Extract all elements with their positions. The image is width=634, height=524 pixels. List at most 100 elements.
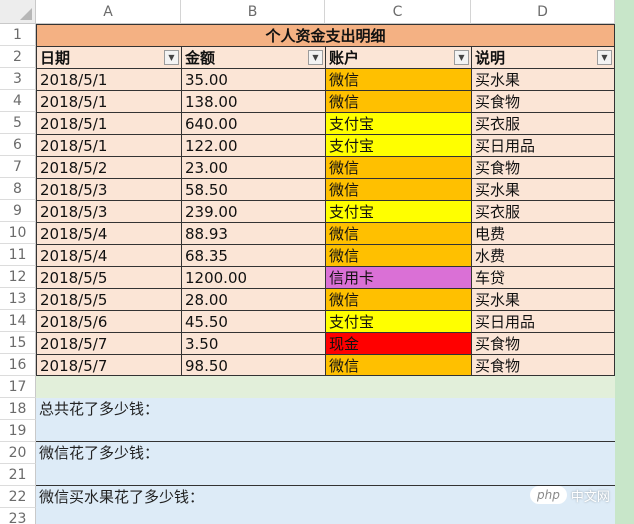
cell-amount[interactable]: 1200.00 xyxy=(181,266,325,288)
cell-note[interactable]: 买食物 xyxy=(471,90,615,112)
cell-note[interactable]: 买食物 xyxy=(471,332,615,354)
cell-account[interactable]: 支付宝 xyxy=(325,112,471,134)
cell-account[interactable]: 现金 xyxy=(325,332,471,354)
cell-date[interactable]: 2018/5/5 xyxy=(36,266,181,288)
cell-note[interactable]: 水费 xyxy=(471,244,615,266)
filter-dropdown-icon[interactable]: ▼ xyxy=(308,50,323,65)
cell-account[interactable]: 微信 xyxy=(325,178,471,200)
cell-amount[interactable]: 35.00 xyxy=(181,68,325,90)
cell-amount[interactable]: 3.50 xyxy=(181,332,325,354)
empty-row[interactable] xyxy=(36,376,615,398)
header-cell-date[interactable]: 日期 ▼ xyxy=(36,46,181,68)
row-header[interactable]: 10 xyxy=(0,222,36,244)
cell-amount[interactable]: 640.00 xyxy=(181,112,325,134)
cell-date[interactable]: 2018/5/6 xyxy=(36,310,181,332)
cell-note[interactable]: 买食物 xyxy=(471,354,615,376)
header-cell-account[interactable]: 账户 ▼ xyxy=(325,46,471,68)
row-header[interactable]: 1 xyxy=(0,24,36,46)
header-cell-amount[interactable]: 金额 ▼ xyxy=(181,46,325,68)
column-header-a[interactable]: A xyxy=(36,0,181,24)
cell-amount[interactable]: 23.00 xyxy=(181,156,325,178)
sheet-title[interactable]: 个人资金支出明细 xyxy=(36,24,615,46)
cell-date[interactable]: 2018/5/1 xyxy=(36,90,181,112)
filter-dropdown-icon[interactable]: ▼ xyxy=(597,50,612,65)
cell-note[interactable]: 买日用品 xyxy=(471,310,615,332)
cell-note[interactable]: 买水果 xyxy=(471,288,615,310)
row-header[interactable]: 22 xyxy=(0,486,36,508)
cell-account[interactable]: 微信 xyxy=(325,354,471,376)
row-header[interactable]: 23 xyxy=(0,508,36,524)
cell-account[interactable]: 微信 xyxy=(325,156,471,178)
cell-note[interactable]: 买衣服 xyxy=(471,112,615,134)
cell-account[interactable]: 支付宝 xyxy=(325,134,471,156)
answer-total[interactable] xyxy=(36,420,615,442)
row-header[interactable]: 3 xyxy=(0,68,36,90)
cell-note[interactable]: 买日用品 xyxy=(471,134,615,156)
row-header[interactable]: 9 xyxy=(0,200,36,222)
row-header[interactable]: 16 xyxy=(0,354,36,376)
cell-date[interactable]: 2018/5/4 xyxy=(36,222,181,244)
row-header[interactable]: 21 xyxy=(0,464,36,486)
cell-amount[interactable]: 58.50 xyxy=(181,178,325,200)
cell-amount[interactable]: 239.00 xyxy=(181,200,325,222)
cell-date[interactable]: 2018/5/1 xyxy=(36,68,181,90)
select-all-button[interactable] xyxy=(0,0,36,24)
cell-account[interactable]: 支付宝 xyxy=(325,310,471,332)
cell-note[interactable]: 买水果 xyxy=(471,68,615,90)
cell-date[interactable]: 2018/5/3 xyxy=(36,178,181,200)
cell-amount[interactable]: 122.00 xyxy=(181,134,325,156)
row-header[interactable]: 20 xyxy=(0,442,36,464)
cell-account[interactable]: 微信 xyxy=(325,244,471,266)
question-total[interactable]: 总共花了多少钱： xyxy=(36,398,615,420)
cell-account[interactable]: 支付宝 xyxy=(325,200,471,222)
row-header[interactable]: 7 xyxy=(0,156,36,178)
cell-date[interactable]: 2018/5/7 xyxy=(36,332,181,354)
row-header[interactable]: 18 xyxy=(0,398,36,420)
header-cell-note[interactable]: 说明 ▼ xyxy=(471,46,615,68)
cell-date[interactable]: 2018/5/3 xyxy=(36,200,181,222)
row-header[interactable]: 11 xyxy=(0,244,36,266)
cell-amount[interactable]: 88.93 xyxy=(181,222,325,244)
cell-amount[interactable]: 28.00 xyxy=(181,288,325,310)
row-header[interactable]: 4 xyxy=(0,90,36,112)
cell-amount[interactable]: 45.50 xyxy=(181,310,325,332)
cell-amount[interactable]: 68.35 xyxy=(181,244,325,266)
cell-account[interactable]: 微信 xyxy=(325,288,471,310)
cell-account[interactable]: 信用卡 xyxy=(325,266,471,288)
answer-wechat[interactable] xyxy=(36,464,615,486)
column-header-d[interactable]: D xyxy=(471,0,615,24)
row-header[interactable]: 6 xyxy=(0,134,36,156)
cell-note[interactable]: 买水果 xyxy=(471,178,615,200)
cell-amount[interactable]: 98.50 xyxy=(181,354,325,376)
filter-dropdown-icon[interactable]: ▼ xyxy=(454,50,469,65)
cell-account[interactable]: 微信 xyxy=(325,90,471,112)
answer-wechat-fruit[interactable] xyxy=(36,508,615,524)
cell-date[interactable]: 2018/5/2 xyxy=(36,156,181,178)
cell-note[interactable]: 买衣服 xyxy=(471,200,615,222)
cell-date[interactable]: 2018/5/7 xyxy=(36,354,181,376)
row-header[interactable]: 2 xyxy=(0,46,36,68)
cell-amount[interactable]: 138.00 xyxy=(181,90,325,112)
row-header[interactable]: 5 xyxy=(0,112,36,134)
cell-date[interactable]: 2018/5/1 xyxy=(36,134,181,156)
column-header-b[interactable]: B xyxy=(181,0,325,24)
row-header[interactable]: 19 xyxy=(0,420,36,442)
question-wechat-fruit[interactable]: 微信买水果花了多少钱： xyxy=(36,486,615,508)
row-header[interactable]: 17 xyxy=(0,376,36,398)
cell-note[interactable]: 车贷 xyxy=(471,266,615,288)
column-header-c[interactable]: C xyxy=(325,0,471,24)
question-wechat[interactable]: 微信花了多少钱： xyxy=(36,442,615,464)
cell-account[interactable]: 微信 xyxy=(325,68,471,90)
row-header[interactable]: 8 xyxy=(0,178,36,200)
cell-note[interactable]: 买食物 xyxy=(471,156,615,178)
cell-date[interactable]: 2018/5/5 xyxy=(36,288,181,310)
row-header[interactable]: 13 xyxy=(0,288,36,310)
row-header[interactable]: 15 xyxy=(0,332,36,354)
cell-account[interactable]: 微信 xyxy=(325,222,471,244)
filter-dropdown-icon[interactable]: ▼ xyxy=(164,50,179,65)
row-header[interactable]: 14 xyxy=(0,310,36,332)
cell-note[interactable]: 电费 xyxy=(471,222,615,244)
cell-date[interactable]: 2018/5/1 xyxy=(36,112,181,134)
row-header[interactable]: 12 xyxy=(0,266,36,288)
cell-date[interactable]: 2018/5/4 xyxy=(36,244,181,266)
